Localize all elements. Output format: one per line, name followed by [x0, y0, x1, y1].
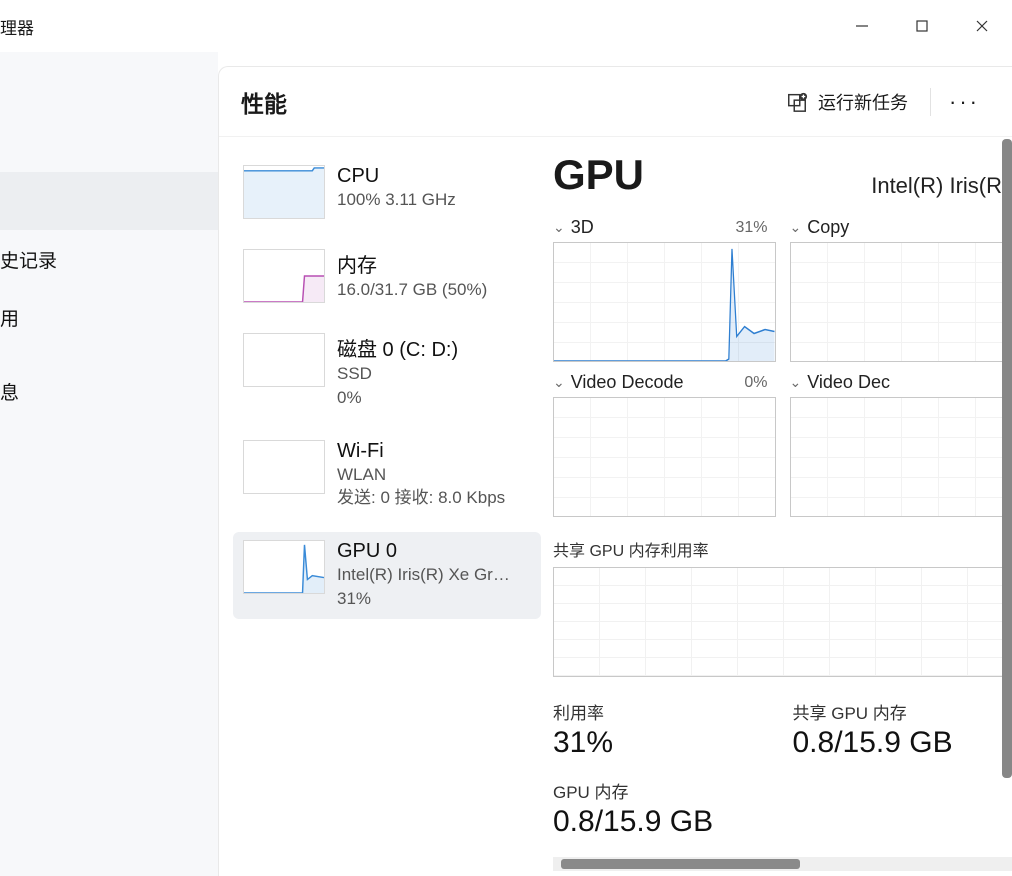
sidebar-item-details[interactable]: 息 [0, 362, 218, 420]
mini-sub2: 31% [337, 587, 510, 611]
engine-label: Video Decode [571, 372, 684, 393]
sidebar-item-startup[interactable]: 用 [0, 288, 218, 346]
run-task-icon [786, 91, 808, 113]
stat-util-value: 31% [553, 726, 763, 760]
mini-graph-gpu [243, 540, 325, 594]
shared-gpu-mem-chart [553, 567, 1012, 677]
mini-title: 内存 [337, 249, 487, 278]
detail-pane: GPU Intel(R) Iris(R ⌄ 3D 31% [549, 137, 1012, 876]
mini-sub1: WLAN [337, 463, 505, 487]
window-titlebar: 理器 [0, 0, 1012, 52]
horizontal-scrollbar[interactable] [553, 857, 1012, 871]
mini-item-memory[interactable]: 内存 16.0/31.7 GB (50%) [233, 241, 541, 311]
run-new-task-button[interactable]: 运行新任务 [772, 80, 922, 124]
engine-pct: 0% [744, 374, 775, 392]
engine-3d[interactable]: ⌄ 3D 31% [553, 217, 776, 362]
page-title: 性能 [241, 85, 287, 119]
stat-util-label: 利用率 [553, 699, 763, 724]
sidebar-nav: 史记录 用 息 [0, 52, 218, 876]
page-header: 性能 运行新任务 ··· [219, 67, 1012, 137]
mini-graph-cpu [243, 165, 325, 219]
gpu-model: Intel(R) Iris(R [871, 173, 1002, 199]
minimize-button[interactable] [832, 0, 892, 52]
engine-video-decode[interactable]: ⌄ Video Decode 0% [553, 372, 776, 517]
stat-shared-label: 共享 GPU 内存 [793, 699, 1003, 724]
header-separator [930, 88, 931, 116]
mini-graph-disk [243, 333, 325, 387]
sidebar-item-history[interactable]: 史记录 [0, 230, 218, 288]
engine-label: 3D [571, 217, 594, 238]
resource-mini-list: CPU 100% 3.11 GHz 内存 [219, 137, 549, 876]
mini-title: CPU [337, 165, 456, 188]
stat-shared-value: 0.8/15.9 GB [793, 726, 1003, 760]
window-title: 理器 [0, 14, 34, 39]
mini-title: 磁盘 0 (C: D:) [337, 333, 458, 362]
chevron-down-icon: ⌄ [790, 374, 802, 391]
mini-item-wifi[interactable]: Wi-Fi WLAN 发送: 0 接收: 8.0 Kbps [233, 432, 541, 519]
mini-item-gpu[interactable]: GPU 0 Intel(R) Iris(R) Xe Gr… 31% [233, 532, 541, 619]
run-new-task-label: 运行新任务 [818, 89, 908, 115]
mini-title: GPU 0 [337, 540, 510, 563]
mini-sub1: SSD [337, 362, 458, 386]
stat-mem-label: GPU 内存 [553, 778, 763, 803]
mini-item-disk[interactable]: 磁盘 0 (C: D:) SSD 0% [233, 325, 541, 418]
mini-sub1: 100% 3.11 GHz [337, 188, 456, 212]
close-button[interactable] [952, 0, 1012, 52]
mini-sub1: Intel(R) Iris(R) Xe Gr… [337, 563, 510, 587]
more-options-button[interactable]: ··· [939, 80, 990, 124]
mini-graph-memory [243, 249, 325, 303]
stat-mem-value: 0.8/15.9 GB [553, 805, 763, 839]
mini-title: Wi-Fi [337, 440, 505, 463]
chevron-down-icon: ⌄ [553, 219, 565, 236]
detail-title: GPU [553, 151, 644, 199]
engine-label: Video Dec [807, 372, 890, 393]
sidebar-item-performance[interactable] [0, 172, 218, 230]
mini-graph-wifi [243, 440, 325, 494]
maximize-button[interactable] [892, 0, 952, 52]
engine-copy[interactable]: ⌄ Copy [790, 217, 1012, 362]
chevron-down-icon: ⌄ [790, 219, 802, 236]
mini-sub1: 16.0/31.7 GB (50%) [337, 278, 487, 302]
mini-sub2: 发送: 0 接收: 8.0 Kbps [337, 486, 505, 510]
shared-gpu-mem-label: 共享 GPU 内存利用率 [553, 537, 1012, 561]
mini-item-cpu[interactable]: CPU 100% 3.11 GHz [233, 157, 541, 227]
more-options-icon: ··· [949, 89, 980, 115]
chevron-down-icon: ⌄ [553, 374, 565, 391]
engine-label: Copy [807, 217, 849, 238]
vertical-scrollbar[interactable] [1000, 139, 1012, 834]
engine-video-decode-2[interactable]: ⌄ Video Dec [790, 372, 1012, 517]
engine-pct: 31% [735, 219, 775, 237]
mini-sub2: 0% [337, 386, 458, 410]
